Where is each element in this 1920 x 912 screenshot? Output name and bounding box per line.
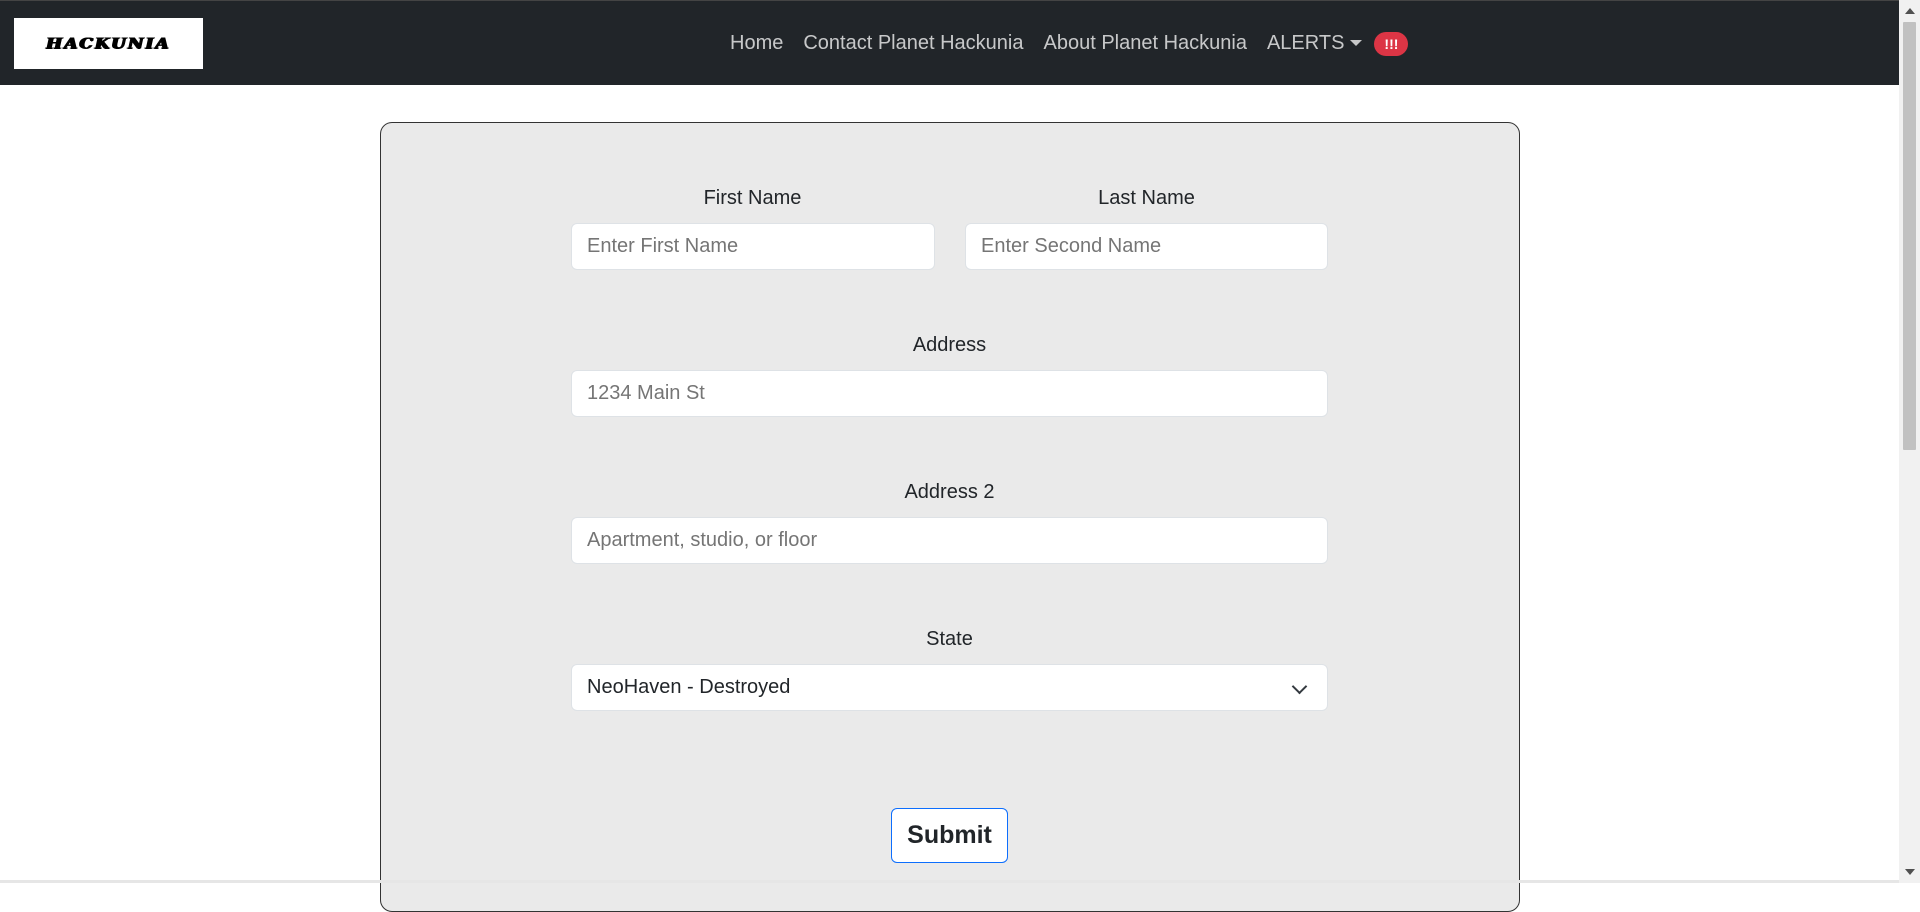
state-selected-value: NeoHaven - Destroyed xyxy=(587,676,791,698)
address2-input[interactable] xyxy=(571,517,1328,564)
address-input[interactable] xyxy=(571,370,1328,417)
last-name-label: Last Name xyxy=(1098,187,1195,209)
hackunia-logo[interactable]: HACKUNIA xyxy=(14,18,203,69)
first-name-input[interactable] xyxy=(571,223,935,270)
alerts-badge[interactable]: !!! xyxy=(1374,31,1409,56)
address2-label: Address 2 xyxy=(904,481,995,503)
submit-button[interactable]: Submit xyxy=(891,808,1008,863)
alerts-dropdown[interactable]: ALERTS xyxy=(1257,32,1372,55)
nav-home-link[interactable]: Home xyxy=(720,32,793,55)
state-select[interactable]: NeoHaven - Destroyed xyxy=(571,664,1328,711)
nav-about-link[interactable]: About Planet Hackunia xyxy=(1034,32,1257,55)
chevron-down-icon xyxy=(1291,678,1308,695)
caret-down-icon xyxy=(1350,40,1363,46)
address-label: Address xyxy=(912,334,987,356)
state-label: State xyxy=(926,628,973,650)
scrollbar-thumb[interactable] xyxy=(1903,22,1916,450)
last-name-input[interactable] xyxy=(965,223,1328,270)
nav-links: Home Contact Planet Hackunia About Plane… xyxy=(720,1,1409,86)
alerts-label: ALERTS xyxy=(1266,32,1345,54)
top-navbar: HACKUNIA Home Contact Planet Hackunia Ab… xyxy=(0,0,1899,85)
logo-text: HACKUNIA xyxy=(46,35,171,52)
vertical-scrollbar[interactable] xyxy=(1899,0,1920,883)
scroll-up-arrow-icon[interactable] xyxy=(1905,8,1915,14)
scroll-down-arrow-icon[interactable] xyxy=(1905,869,1915,875)
first-name-label: First Name xyxy=(703,187,802,209)
nav-contact-link[interactable]: Contact Planet Hackunia xyxy=(793,32,1033,55)
